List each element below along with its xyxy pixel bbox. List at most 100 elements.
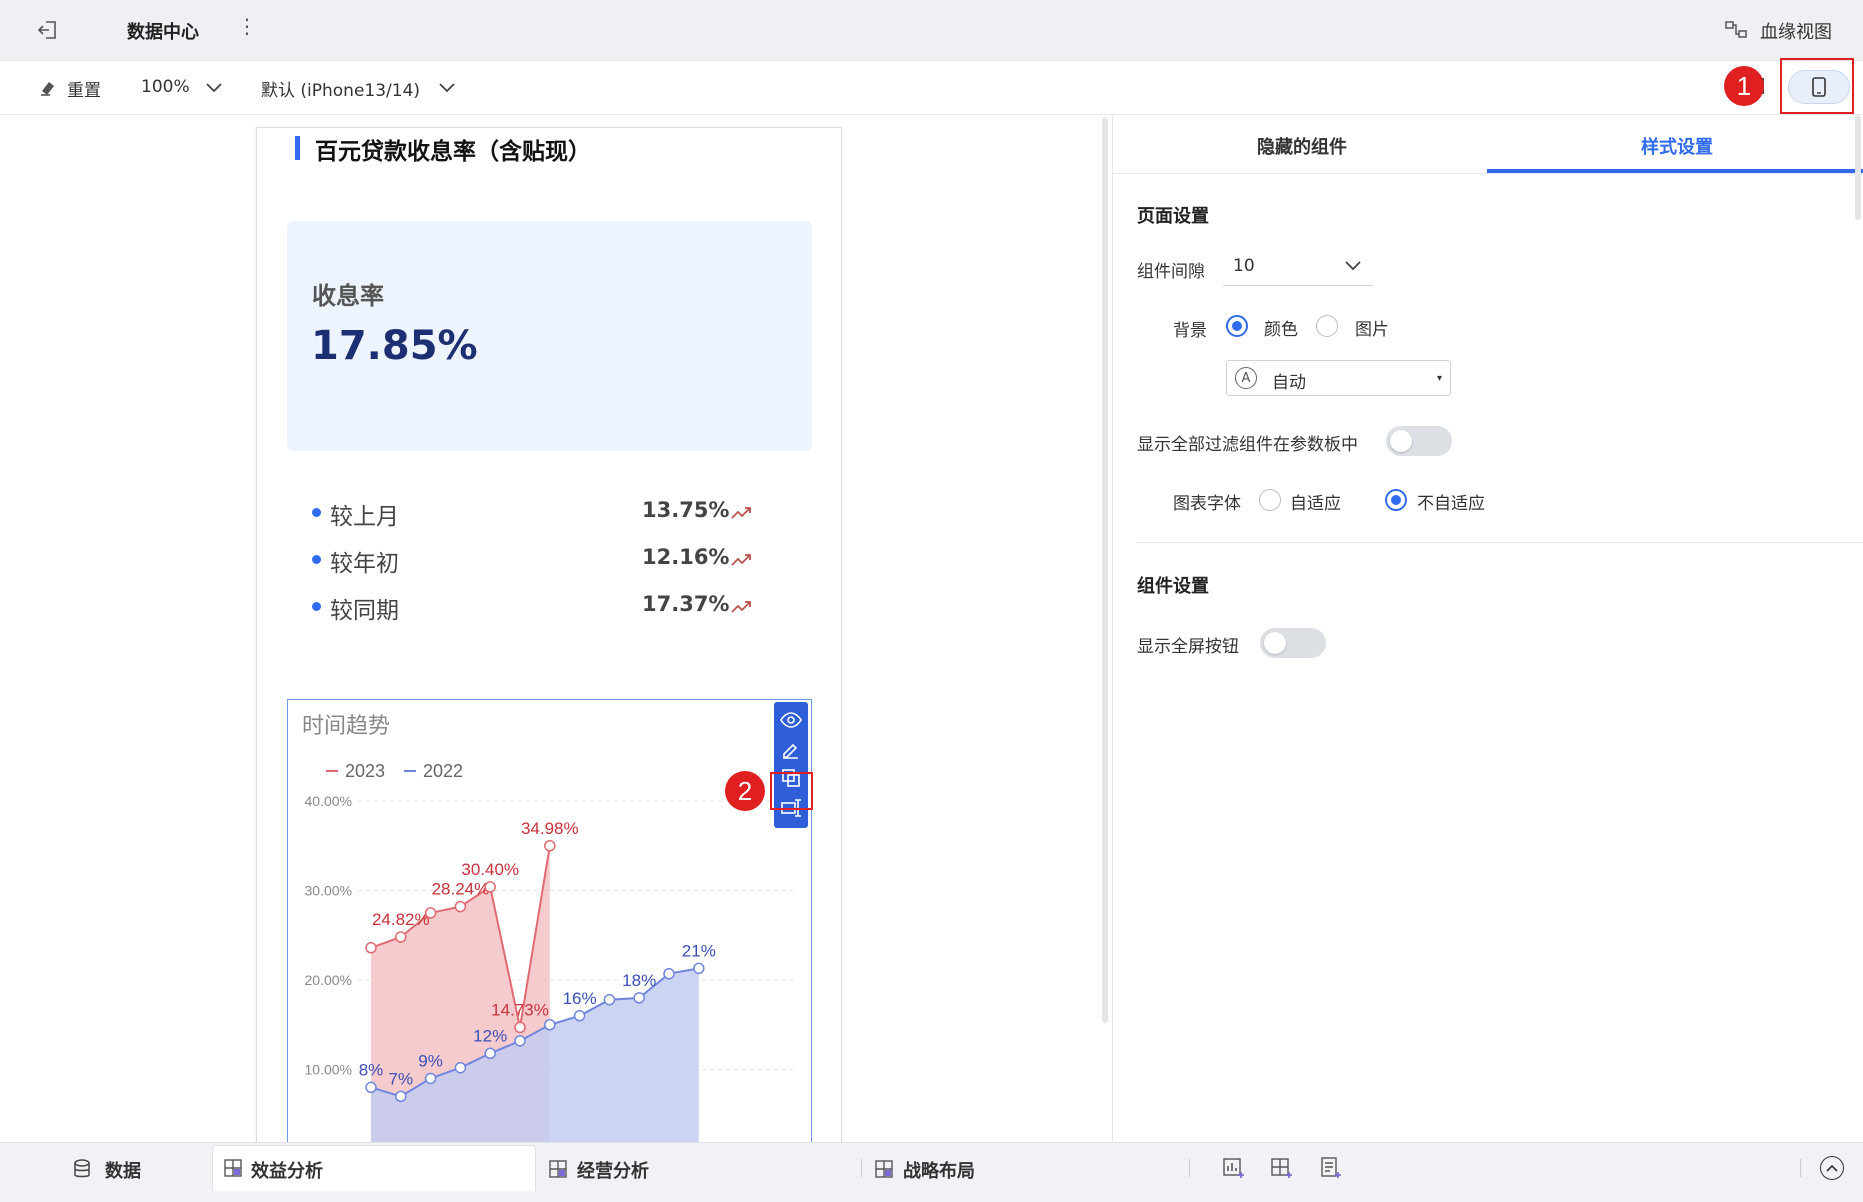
data-point bbox=[365, 942, 377, 954]
gap-select[interactable]: 10 bbox=[1223, 248, 1373, 286]
fullscreen-button-toggle[interactable] bbox=[1260, 628, 1326, 658]
data-point bbox=[365, 1081, 377, 1094]
data-point bbox=[514, 1035, 526, 1047]
device-select[interactable]: 默认 (iPhone13/14) bbox=[261, 76, 420, 101]
data-label: 24.82% bbox=[372, 910, 430, 929]
y-tick-label: 30.00% bbox=[305, 883, 352, 899]
data-point bbox=[544, 840, 556, 852]
data-point bbox=[544, 1019, 556, 1031]
tab-separator bbox=[1800, 1159, 1801, 1177]
list-item: 较年初 12.16% bbox=[312, 540, 782, 580]
dashboard-icon bbox=[548, 1159, 568, 1179]
font-adaptive-label: 自适应 bbox=[1290, 494, 1341, 514]
edit-icon[interactable] bbox=[779, 737, 803, 761]
trend-up-icon bbox=[730, 550, 754, 570]
collapse-up-icon[interactable] bbox=[1820, 1156, 1844, 1180]
y-tick-label: 10.00% bbox=[305, 1062, 352, 1078]
phone-frame: 百元贷款收息率（含贴现） 收息率 17.85% 较上月 13.75% 较年初 1… bbox=[256, 127, 842, 1142]
canvas-scrollbar[interactable] bbox=[1102, 117, 1108, 1023]
gap-label: 组件间隙 bbox=[1137, 262, 1205, 282]
annotation-badge-2: 2 bbox=[725, 771, 765, 811]
y-tick-label: 20.00% bbox=[305, 972, 352, 988]
legend-label-2022[interactable]: 2022 bbox=[423, 761, 463, 781]
data-point bbox=[454, 1061, 467, 1074]
data-label: 9% bbox=[418, 1051, 443, 1070]
chart-font-label: 图表字体 bbox=[1173, 494, 1241, 514]
reset-icon[interactable] bbox=[38, 76, 60, 98]
bullet-icon bbox=[312, 602, 321, 611]
data-point bbox=[395, 1090, 407, 1103]
data-label: 30.40% bbox=[461, 860, 519, 879]
data-point bbox=[424, 907, 437, 919]
zoom-select[interactable]: 100% bbox=[141, 77, 190, 97]
exit-icon[interactable] bbox=[34, 16, 62, 44]
metric-value: 12.16% bbox=[642, 545, 730, 569]
trend-up-icon bbox=[730, 597, 754, 617]
add-analysis-icon[interactable] bbox=[1221, 1155, 1247, 1181]
reset-button[interactable]: 重置 bbox=[67, 76, 101, 101]
data-point bbox=[693, 962, 705, 975]
chevron-down-icon bbox=[1343, 256, 1363, 276]
data-point bbox=[484, 1047, 496, 1060]
add-dashboard-icon[interactable] bbox=[1269, 1155, 1295, 1181]
show-filters-toggle[interactable] bbox=[1386, 426, 1452, 456]
data-label: 8% bbox=[359, 1060, 384, 1079]
data-label: 12% bbox=[473, 1026, 507, 1045]
lineage-view-button[interactable]: 血缘视图 bbox=[1760, 18, 1832, 44]
auto-color-select[interactable]: A 自动 ▾ bbox=[1226, 360, 1451, 396]
data-label: 18% bbox=[622, 971, 656, 990]
data-label: 16% bbox=[563, 989, 597, 1008]
background-label: 背景 bbox=[1173, 321, 1207, 341]
metric-value: 17.37% bbox=[642, 592, 730, 616]
data-point bbox=[603, 993, 616, 1006]
chart-title: 时间趋势 bbox=[302, 713, 390, 738]
chevron-down-icon[interactable] bbox=[204, 78, 224, 98]
font-adaptive-radio[interactable] bbox=[1259, 489, 1281, 511]
data-point bbox=[454, 900, 467, 913]
font-fixed-label: 不自适应 bbox=[1417, 494, 1485, 514]
tab-data[interactable]: 数据 bbox=[105, 1157, 141, 1183]
dropdown-caret-icon: ▾ bbox=[1437, 373, 1443, 384]
trend-chart: 时间趋势 2023 2022 0.00%10.00%20.00%30.00%40… bbox=[302, 713, 793, 1142]
database-icon bbox=[71, 1157, 93, 1181]
card-title: 百元贷款收息率（含贴现） bbox=[315, 139, 591, 165]
y-tick-label: 40.00% bbox=[305, 793, 352, 809]
metric-value: 13.75% bbox=[642, 498, 730, 522]
tab-label: 效益分析 bbox=[251, 1161, 323, 1182]
eye-icon[interactable] bbox=[779, 708, 803, 732]
tab-style-settings[interactable]: 样式设置 bbox=[1641, 133, 1713, 159]
font-fixed-radio[interactable] bbox=[1385, 489, 1407, 511]
data-point bbox=[633, 992, 645, 1004]
auto-label: 自动 bbox=[1272, 373, 1306, 393]
show-filters-label: 显示全部过滤组件在参数板中 bbox=[1137, 435, 1358, 455]
legend-label-2023[interactable]: 2023 bbox=[345, 761, 385, 781]
bottom-bar: 数据 效益分析 经营分析 战略布局 bbox=[0, 1142, 1863, 1202]
bg-color-label: 颜色 bbox=[1264, 320, 1298, 340]
tab-efficiency-active[interactable]: 效益分析 bbox=[212, 1145, 536, 1191]
panel-scrollbar[interactable] bbox=[1855, 115, 1861, 220]
lineage-icon[interactable] bbox=[1724, 18, 1748, 42]
data-label: 7% bbox=[389, 1069, 414, 1088]
chevron-down-icon[interactable] bbox=[437, 78, 457, 98]
metric-label: 较上月 bbox=[330, 504, 399, 530]
data-point bbox=[663, 967, 675, 980]
dashboard-icon bbox=[874, 1159, 894, 1179]
mobile-canvas: 百元贷款收息率（含贴现） 收息率 17.85% 较上月 13.75% 较年初 1… bbox=[0, 115, 1112, 1142]
bg-image-radio[interactable] bbox=[1316, 315, 1338, 337]
tab-strategy[interactable]: 战略布局 bbox=[903, 1157, 975, 1183]
bullet-icon bbox=[312, 555, 321, 564]
tab-hidden-components[interactable]: 隐藏的组件 bbox=[1257, 133, 1347, 159]
more-icon[interactable]: ⋮ bbox=[237, 14, 257, 38]
annotation-badge-1: 1 bbox=[1724, 66, 1764, 106]
bullet-icon bbox=[312, 508, 321, 517]
bg-color-radio[interactable] bbox=[1226, 315, 1248, 337]
metric-list: 较上月 13.75% 较年初 12.16% 较同期 17.37% bbox=[312, 493, 782, 643]
data-point bbox=[514, 1021, 526, 1034]
add-report-icon[interactable] bbox=[1318, 1155, 1344, 1181]
list-item: 较同期 17.37% bbox=[312, 587, 782, 627]
tab-operations[interactable]: 经营分析 bbox=[577, 1157, 649, 1183]
dashboard-icon bbox=[223, 1158, 243, 1178]
chart-widget[interactable]: 时间趋势 2023 2022 0.00%10.00%20.00%30.00%40… bbox=[287, 699, 812, 1142]
title-accent-bar bbox=[295, 136, 300, 160]
settings-panel: 隐藏的组件 样式设置 页面设置 组件间隙 10 背景 颜色 图片 A 自动 ▾ … bbox=[1112, 115, 1863, 1142]
